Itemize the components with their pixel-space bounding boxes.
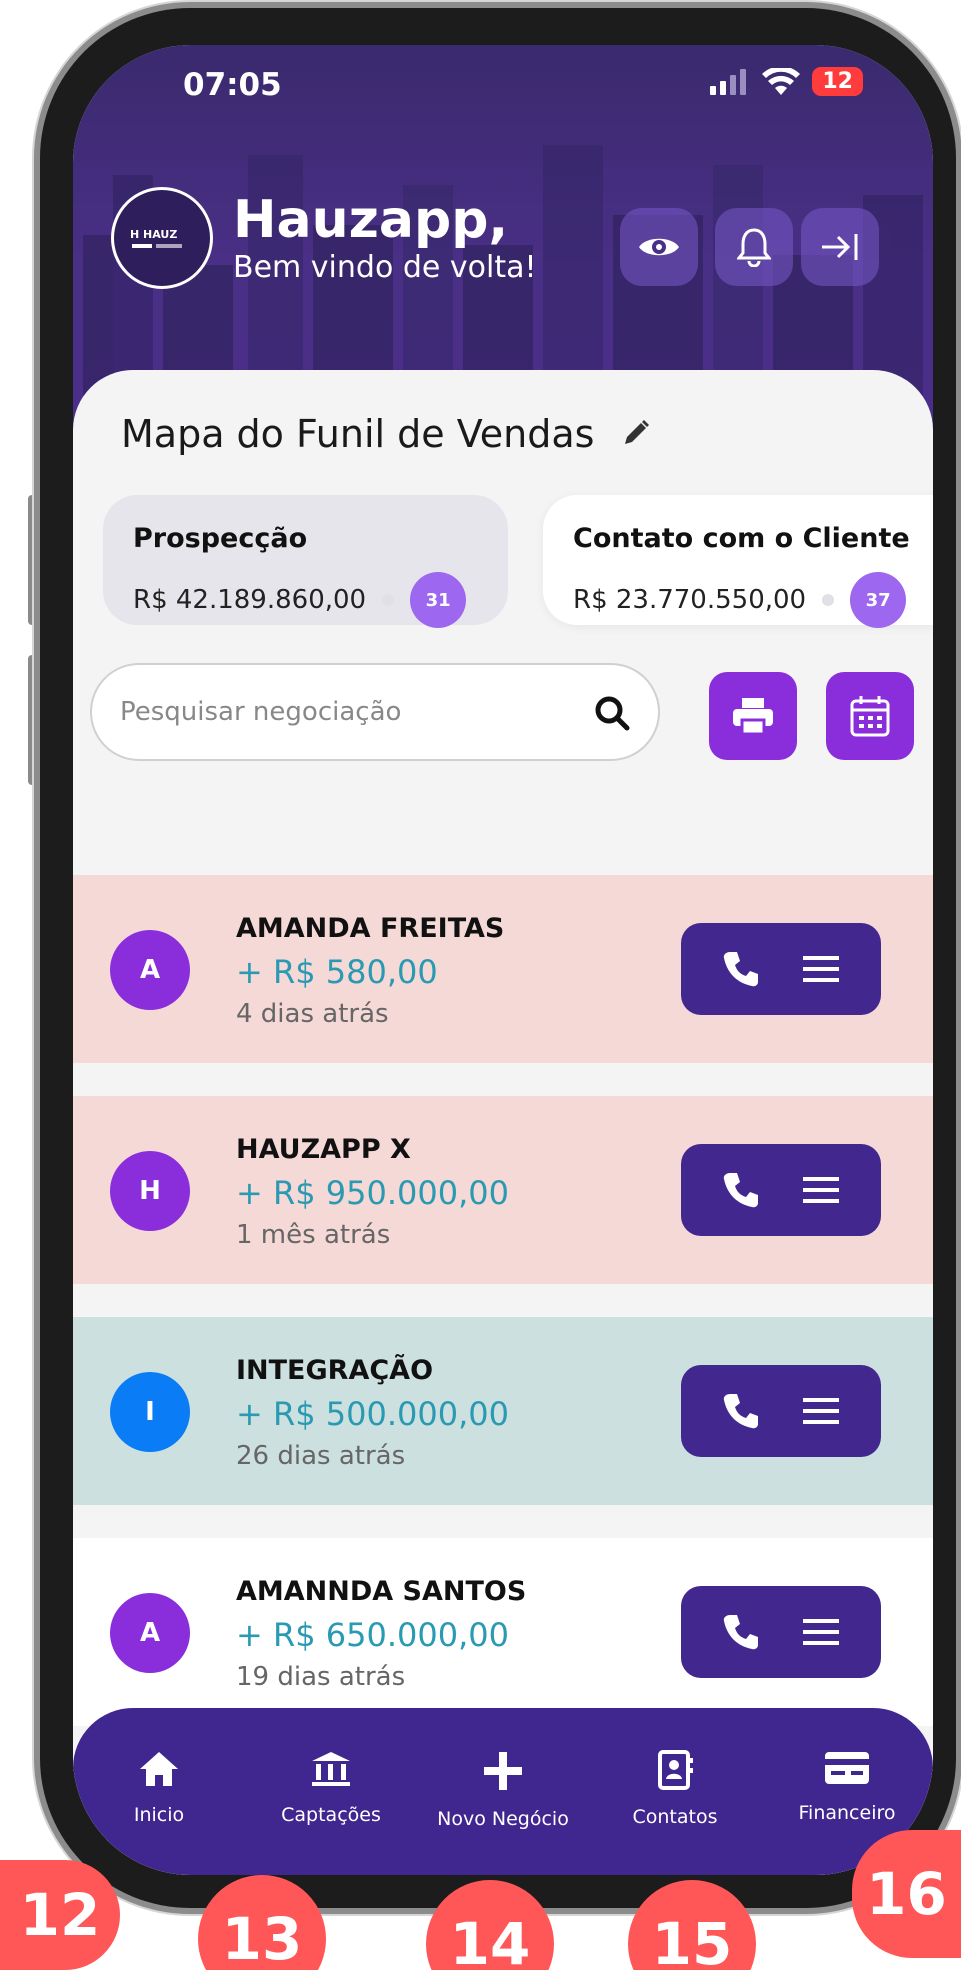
deal-time: 1 mês atrás xyxy=(236,1220,391,1250)
menu-icon[interactable] xyxy=(801,1396,841,1426)
funnel-title: Mapa do Funil de Vendas xyxy=(121,412,595,456)
nav-label: Contatos xyxy=(632,1806,718,1828)
page: 07:05 12 H HAUZ Hauzapp, Bem vindo de vo… xyxy=(0,0,961,1970)
bottom-navigation: Inicio Captações Novo Negócio Contatos F… xyxy=(73,1708,933,1875)
nav-item-novo-negocio[interactable]: Novo Negócio xyxy=(428,1750,578,1830)
stage-card-prospeccao[interactable]: Prospecção R$ 42.189.860,00 31 xyxy=(103,495,508,628)
nav-label: Novo Negócio xyxy=(437,1808,569,1830)
search-icon[interactable] xyxy=(594,695,630,731)
stage-name: Contato com o Cliente xyxy=(573,523,910,554)
greeting-subtitle: Bem vindo de volta! xyxy=(233,250,537,285)
deal-time: 19 dias atrás xyxy=(236,1662,406,1692)
deal-time: 4 dias atrás xyxy=(236,999,389,1029)
stage-count-badge: 37 xyxy=(850,572,907,628)
menu-icon[interactable] xyxy=(801,1175,841,1205)
svg-text:H HAUZ: H HAUZ xyxy=(130,228,177,241)
avatar: A xyxy=(110,930,190,1010)
stage-count-badge: 31 xyxy=(410,572,467,628)
separator-dot xyxy=(822,594,835,606)
deal-name: AMANNDA SANTOS xyxy=(236,1576,527,1607)
deal-value: + R$ 950.000,00 xyxy=(236,1174,509,1212)
battery-indicator: 12 xyxy=(812,67,863,96)
phone-icon[interactable] xyxy=(721,949,761,989)
edit-pencil-icon[interactable] xyxy=(621,418,651,448)
deal-card[interactable]: I INTEGRAÇÃO + R$ 500.000,00 26 dias atr… xyxy=(73,1317,933,1505)
calendar-button[interactable] xyxy=(826,672,914,760)
nav-label: Inicio xyxy=(133,1804,185,1826)
stage-value-row: R$ 42.189.860,00 31 xyxy=(133,572,478,628)
deal-name: HAUZAPP X xyxy=(236,1134,411,1165)
stage-value: R$ 23.770.550,00 xyxy=(573,585,807,615)
deal-actions xyxy=(681,923,881,1015)
deal-card-bg: A AMANNDA SANTOS + R$ 650.000,00 19 dias… xyxy=(73,1538,933,1726)
funnel-panel: Mapa do Funil de Vendas Prospecção R$ 42… xyxy=(73,370,933,1875)
plus-icon xyxy=(484,1752,522,1790)
search-input[interactable] xyxy=(120,697,560,727)
phone-icon[interactable] xyxy=(721,1170,761,1210)
nav-item-contatos[interactable]: Contatos xyxy=(600,1750,750,1828)
deal-actions xyxy=(681,1144,881,1236)
search-box[interactable] xyxy=(90,663,660,761)
card-icon xyxy=(825,1752,869,1784)
deal-value: + R$ 500.000,00 xyxy=(236,1395,509,1433)
nav-item-financeiro[interactable]: Financeiro xyxy=(772,1750,922,1824)
notifications-button[interactable] xyxy=(715,208,793,286)
deal-card[interactable]: A AMANDA FREITAS + R$ 580,00 4 dias atrá… xyxy=(73,875,933,1063)
nav-label: Captações xyxy=(281,1804,381,1826)
avatar: I xyxy=(110,1372,190,1452)
stage-value: R$ 42.189.860,00 xyxy=(133,585,367,615)
home-icon xyxy=(140,1752,178,1786)
deal-value: + R$ 650.000,00 xyxy=(236,1616,509,1654)
phone-icon[interactable] xyxy=(721,1612,761,1652)
deal-value: + R$ 580,00 xyxy=(236,953,438,991)
nav-item-inicio[interactable]: Inicio xyxy=(84,1750,234,1826)
stage-value-row: R$ 23.770.550,00 37 xyxy=(573,572,933,628)
stage-card-contato[interactable]: Contato com o Cliente R$ 23.770.550,00 3… xyxy=(543,495,933,628)
annotation-badge: 16 xyxy=(852,1830,961,1958)
avatar: H xyxy=(110,1151,190,1231)
deal-card[interactable]: A AMANNDA SANTOS + R$ 650.000,00 19 dias… xyxy=(73,1538,933,1726)
deal-name: AMANDA FREITAS xyxy=(236,913,505,944)
deal-card[interactable]: H HAUZAPP X + R$ 950.000,00 1 mês atrás xyxy=(73,1096,933,1284)
phone-icon[interactable] xyxy=(721,1391,761,1431)
deal-actions xyxy=(681,1365,881,1457)
deal-time: 26 dias atrás xyxy=(236,1441,406,1471)
deal-card-bg: H HAUZAPP X + R$ 950.000,00 1 mês atrás xyxy=(73,1096,933,1284)
annotation-badge: 12 xyxy=(0,1860,120,1970)
bell-icon xyxy=(737,228,771,267)
printer-icon xyxy=(733,698,773,736)
deal-name: INTEGRAÇÃO xyxy=(236,1355,434,1386)
deal-card-bg: A AMANDA FREITAS + R$ 580,00 4 dias atrá… xyxy=(73,875,933,1063)
contacts-icon xyxy=(658,1750,693,1790)
app-screen: 07:05 12 H HAUZ Hauzapp, Bem vindo de vo… xyxy=(73,45,933,1875)
logout-button[interactable] xyxy=(801,208,879,286)
bank-icon xyxy=(312,1752,350,1786)
toggle-visibility-button[interactable] xyxy=(620,208,698,286)
separator-dot xyxy=(382,594,395,606)
logout-arrow-icon xyxy=(822,234,858,260)
nav-item-captacoes[interactable]: Captações xyxy=(256,1750,406,1826)
nav-label: Financeiro xyxy=(798,1802,896,1824)
status-icons: 12 xyxy=(710,67,863,96)
signal-icon xyxy=(710,68,747,95)
menu-icon[interactable] xyxy=(801,954,841,984)
deal-actions xyxy=(681,1586,881,1678)
menu-icon[interactable] xyxy=(801,1617,841,1647)
calendar-icon xyxy=(850,696,890,737)
eye-icon xyxy=(639,238,679,256)
hauzapp-logo: H HAUZ xyxy=(111,187,213,289)
wifi-icon xyxy=(762,67,801,95)
stage-name: Prospecção xyxy=(133,523,308,554)
status-time: 07:05 xyxy=(183,67,282,103)
avatar: A xyxy=(110,1593,190,1673)
print-button[interactable] xyxy=(709,672,797,760)
deal-card-bg: I INTEGRAÇÃO + R$ 500.000,00 26 dias atr… xyxy=(73,1317,933,1505)
greeting-title: Hauzapp, xyxy=(233,190,509,250)
